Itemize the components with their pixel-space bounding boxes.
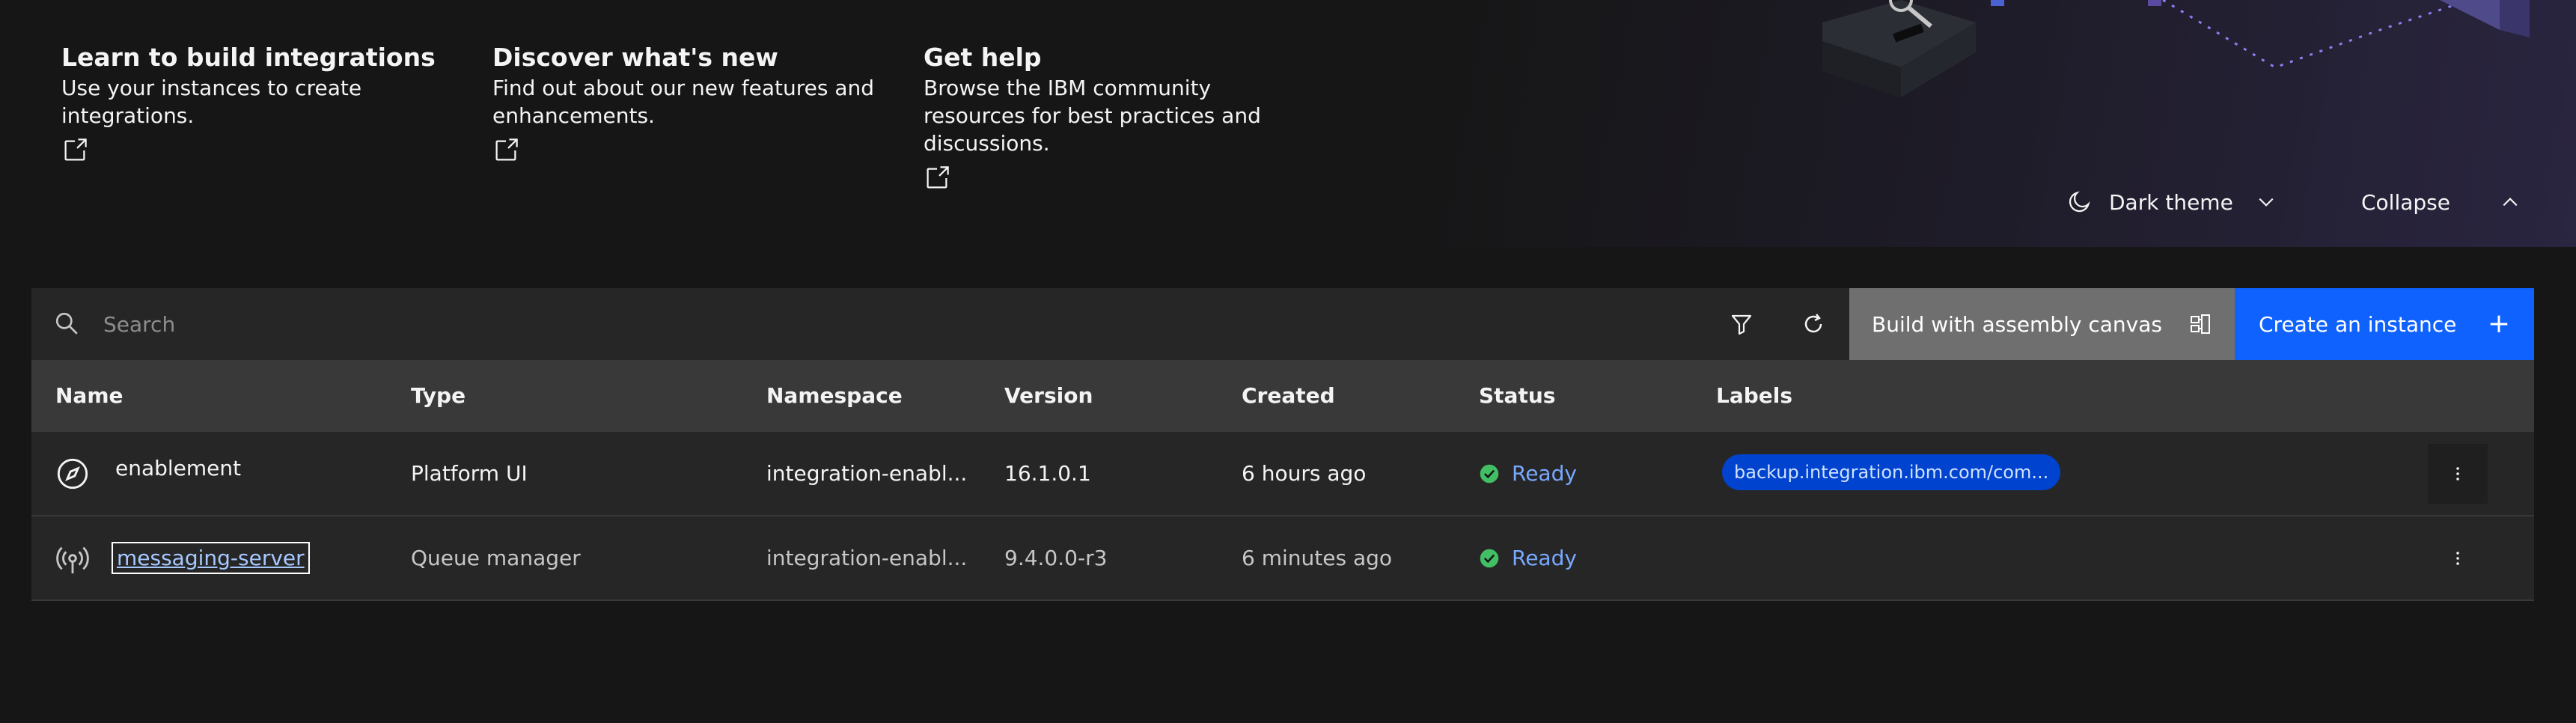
isometric-illustration [1822,0,2530,97]
overflow-menu-vertical-icon [2456,467,2459,481]
column-header-name[interactable]: Name [55,360,123,432]
search-icon [55,312,78,335]
table-row[interactable]: messaging-server Queue manager integrati… [31,516,2534,601]
column-header-created[interactable]: Created [1242,360,1335,432]
instance-name[interactable]: enablement [115,456,241,481]
status-indicator: Ready [1479,432,1577,515]
search-container [31,288,1706,360]
external-link-icon[interactable] [61,137,88,164]
filter-button[interactable] [1706,288,1777,360]
broadcast-icon [56,546,89,574]
collapse-button[interactable]: Collapse [2361,180,2521,225]
card-title: Discover what's new [492,43,778,72]
add-icon: + [2487,308,2510,339]
refresh-button[interactable] [1777,288,1849,360]
compass-icon [57,458,88,489]
chevron-down-icon [2259,198,2274,207]
instance-type: Platform UI [411,461,528,486]
overflow-menu-button[interactable] [2428,444,2488,504]
overflow-menu-vertical-icon [2456,552,2459,565]
search-input[interactable] [31,288,1706,360]
card-desc-line: integrations. [61,103,195,128]
card-desc-line: resources for best practices and [924,103,1261,128]
column-header-type[interactable]: Type [411,360,466,432]
collapse-label: Collapse [2361,189,2450,215]
card-description: Use your instances to create integration… [61,74,451,129]
theme-toggle-button[interactable]: Dark theme [2066,180,2277,225]
build-button-label: Build with assembly canvas [1872,311,2162,337]
card-title: Get help [924,43,1042,72]
hero-banner: Learn to build integrations Use your ins… [0,0,2576,247]
column-header-version[interactable]: Version [1004,360,1093,432]
instance-created: 6 minutes ago [1242,546,1393,570]
card-learn: Learn to build integrations Use your ins… [61,41,451,167]
card-description: Find out about our new features and enha… [492,74,882,129]
status-indicator: Ready [1479,516,1577,600]
card-desc-line: Use your instances to create [61,76,362,100]
card-get-help: Get help Browse the IBM community resour… [924,41,1313,195]
instance-created: 6 hours ago [1242,461,1367,486]
external-link-icon[interactable] [492,137,519,164]
checkmark-filled-icon [1480,464,1499,483]
column-header-status[interactable]: Status [1479,360,1555,432]
instance-name-link[interactable]: enablement [115,427,241,510]
table-row[interactable]: enablement Platform UI integration-enabl… [31,432,2534,516]
card-description: Browse the IBM community resources for b… [924,74,1313,157]
theme-label: Dark theme [2109,189,2233,215]
status-text[interactable]: Ready [1512,461,1577,486]
create-instance-button[interactable]: Create an instance + [2235,288,2534,360]
label-tag[interactable]: backup.integration.ibm.com/com... [1722,454,2061,490]
instance-namespace: integration-enabl... [766,546,968,570]
card-desc-line: discussions. [924,131,1050,156]
build-with-assembly-canvas-button[interactable]: Build with assembly canvas [1849,288,2235,360]
instance-namespace: integration-enabl... [766,461,968,486]
assembly-canvas-icon [2191,314,2210,334]
external-link-icon[interactable] [924,165,950,192]
table-toolbar: Build with assembly canvas Create an ins… [31,288,2534,360]
refresh-icon [1804,314,1822,333]
instance-name[interactable]: messaging-server [112,542,310,574]
create-button-label: Create an instance [2259,311,2457,337]
status-text[interactable]: Ready [1512,546,1577,570]
card-whats-new: Discover what's new Find out about our n… [492,41,882,167]
instance-version: 16.1.0.1 [1004,461,1091,486]
instance-type: Queue manager [411,546,581,570]
moon-icon [2069,191,2090,213]
card-desc-line: enhancements. [492,103,655,128]
instance-version: 9.4.0.0-r3 [1004,546,1108,570]
chevron-up-icon [2503,198,2518,207]
card-title: Learn to build integrations [61,43,436,72]
table-header: Name Type Namespace Version Created Stat… [31,360,2534,432]
checkmark-filled-icon [1480,549,1499,567]
card-desc-line: Find out about our new features and [492,76,875,100]
instance-name-link[interactable]: messaging-server [112,516,310,600]
overflow-menu-button[interactable] [2428,528,2488,588]
column-header-labels[interactable]: Labels [1716,360,1792,432]
instances-table: Name Type Namespace Version Created Stat… [31,360,2534,601]
card-desc-line: Browse the IBM community [924,76,1212,100]
filter-icon [1731,314,1752,335]
column-header-namespace[interactable]: Namespace [766,360,903,432]
